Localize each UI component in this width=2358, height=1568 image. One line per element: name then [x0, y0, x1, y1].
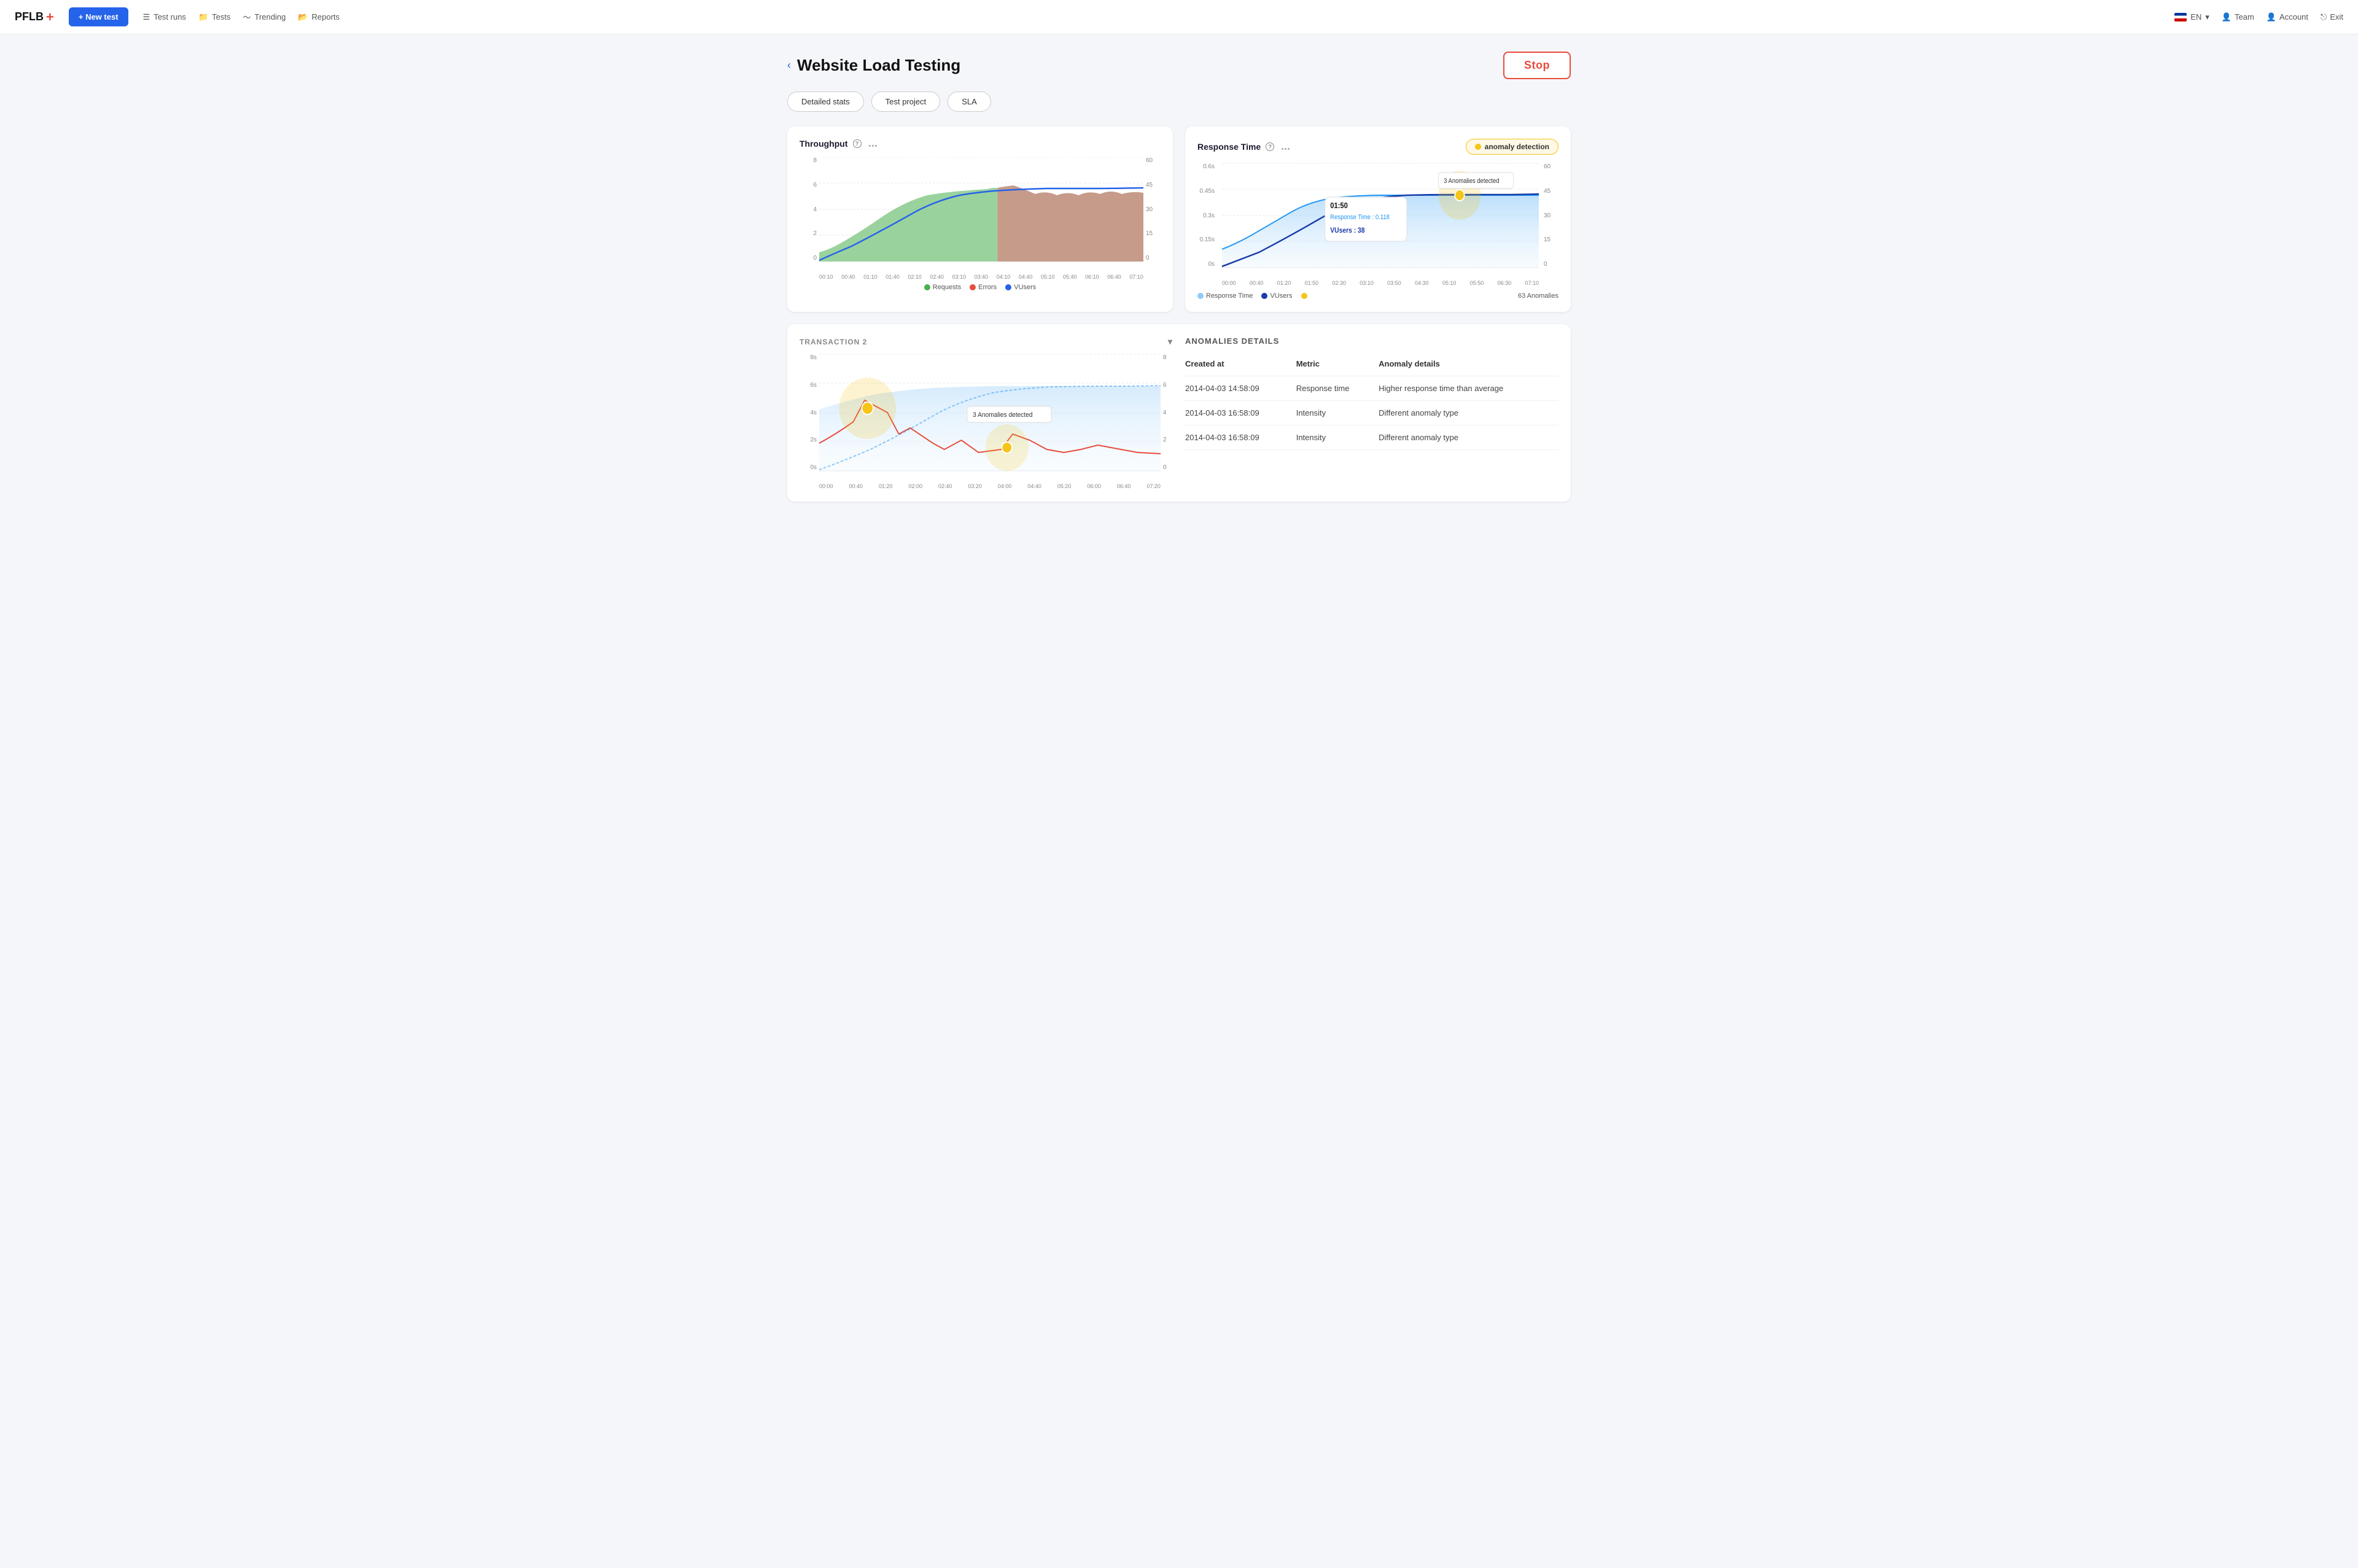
response-time-loading — [1279, 142, 1290, 152]
logo: PFLB+ — [15, 9, 54, 25]
response-time-info-icon[interactable]: ? — [1266, 142, 1274, 151]
table-row: 2014-04-03 14:58:09 Response time Higher… — [1185, 376, 1558, 401]
lang-selector[interactable]: EN ▾ — [2174, 12, 2209, 22]
transaction-label: TRANSACTION 2 — [800, 338, 867, 346]
cell-created-at: 2014-04-03 14:58:09 — [1185, 376, 1296, 401]
cell-anomaly-details: Different anomaly type — [1379, 425, 1558, 450]
anomaly-detection-badge[interactable]: anomaly detection — [1466, 139, 1558, 155]
transaction-x-labels: 00:0000:4001:2002:0002:4003:2004:0004:40… — [819, 483, 1161, 489]
response-time-title: Response Time ? anomaly detection — [1197, 139, 1558, 155]
svg-text:Response Time : 0.118: Response Time : 0.118 — [1330, 214, 1390, 221]
throughput-y-labels: 86420 — [800, 157, 817, 262]
throughput-y2-labels: 604530150 — [1146, 157, 1161, 262]
logo-plus: + — [46, 9, 54, 25]
tab-sla[interactable]: SLA — [947, 91, 991, 112]
logo-text: PFLB — [15, 10, 44, 23]
back-button[interactable]: ‹ — [787, 59, 791, 72]
response-time-card: Response Time ? anomaly detection 0.6s0.… — [1185, 126, 1571, 312]
throughput-title: Throughput ? — [800, 139, 1161, 149]
main-nav: ☰ Test runs 📁 Tests 〜 Trending 📂 Reports — [143, 11, 340, 23]
stop-button[interactable]: Stop — [1503, 52, 1571, 79]
throughput-chart: 86420 604530150 — [800, 157, 1161, 280]
exit-icon: ⎋ — [2321, 12, 2327, 22]
transaction-chart-area: 3 Anomalies detected — [819, 354, 1161, 471]
anomaly-dot-icon — [1475, 144, 1481, 150]
team-link[interactable]: 👤 Team — [2222, 12, 2254, 22]
transaction-chart: 8s6s4s2s0s 86420 — [800, 354, 1173, 489]
trending-icon: 〜 — [243, 11, 251, 23]
cell-anomaly-details: Higher response time than average — [1379, 376, 1558, 401]
svg-text:VUsers : 38: VUsers : 38 — [1330, 227, 1364, 235]
transaction-y2-labels: 86420 — [1163, 354, 1173, 471]
col-anomaly-details: Anomaly details — [1379, 355, 1558, 376]
response-time-y-labels: 0.6s0.45s0.3s0.15s0s — [1197, 163, 1215, 268]
page-tabs: Detailed stats Test project SLA — [787, 91, 1571, 112]
folder-icon: 📁 — [198, 12, 208, 22]
transaction-header: TRANSACTION 2 ▾ — [800, 336, 1173, 347]
nav-tests[interactable]: 📁 Tests — [198, 12, 231, 22]
throughput-x-labels: 00:1000:4001:1001:4002:1002:4003:1003:40… — [819, 274, 1143, 280]
chevron-down-icon: ▾ — [2205, 12, 2209, 22]
account-icon: 👤 — [2267, 12, 2276, 22]
charts-row: Throughput ? 86420 604530150 — [787, 126, 1571, 312]
tab-test-project[interactable]: Test project — [871, 91, 940, 112]
anomalies-table: Created at Metric Anomaly details 2014-0… — [1185, 355, 1558, 450]
throughput-chart-area — [819, 157, 1143, 262]
throughput-info-icon[interactable]: ? — [853, 139, 862, 148]
flag-icon — [2174, 13, 2187, 21]
transaction-section: TRANSACTION 2 ▾ 8s6s4s2s0s 86420 — [800, 336, 1173, 489]
cell-created-at: 2014-04-03 16:58:09 — [1185, 401, 1296, 425]
anomalies-section: ANOMALIES DETAILS Created at Metric Anom… — [1185, 336, 1558, 489]
new-test-button[interactable]: + New test — [69, 7, 128, 26]
account-link[interactable]: 👤 Account — [2267, 12, 2308, 22]
cell-created-at: 2014-04-03 16:58:09 — [1185, 425, 1296, 450]
col-metric: Metric — [1296, 355, 1379, 376]
transaction-dropdown[interactable]: ▾ — [1168, 336, 1173, 347]
response-time-chart-area: 01:50 Response Time : 0.118 VUsers : 38 … — [1222, 163, 1539, 268]
list-icon: ☰ — [143, 12, 150, 22]
reports-icon: 📂 — [298, 12, 308, 22]
throughput-legend: Requests Errors VUsers — [800, 284, 1161, 291]
svg-text:3 Anomalies detected: 3 Anomalies detected — [973, 411, 1032, 419]
team-icon: 👤 — [2222, 12, 2232, 22]
cell-anomaly-details: Different anomaly type — [1379, 401, 1558, 425]
app-header: PFLB+ + New test ☰ Test runs 📁 Tests 〜 T… — [0, 0, 2358, 34]
cell-metric: Intensity — [1296, 425, 1379, 450]
page-title-row: ‹ Website Load Testing — [787, 56, 960, 75]
col-created-at: Created at — [1185, 355, 1296, 376]
page-header: ‹ Website Load Testing Stop — [787, 52, 1571, 79]
nav-test-runs[interactable]: ☰ Test runs — [143, 12, 186, 22]
exit-link[interactable]: ⎋ Exit — [2321, 12, 2343, 22]
header-left: PFLB+ + New test ☰ Test runs 📁 Tests 〜 T… — [15, 7, 340, 26]
transaction-y-labels: 8s6s4s2s0s — [800, 354, 817, 471]
throughput-loading — [866, 139, 877, 149]
svg-text:01:50: 01:50 — [1330, 201, 1348, 210]
response-time-x-labels: 00:0000:4001:2001:5002:3003:1003:5004:30… — [1222, 280, 1539, 286]
anomalies-title: ANOMALIES DETAILS — [1185, 336, 1558, 346]
page-content: ‹ Website Load Testing Stop Detailed sta… — [768, 34, 1590, 519]
cell-metric: Intensity — [1296, 401, 1379, 425]
tab-detailed-stats[interactable]: Detailed stats — [787, 91, 864, 112]
throughput-card: Throughput ? 86420 604530150 — [787, 126, 1173, 312]
response-time-legend: Response Time VUsers — [1197, 292, 1310, 300]
anomalies-count: 63 Anomalies — [1518, 292, 1558, 300]
page-title: Website Load Testing — [797, 56, 960, 75]
response-time-chart: 0.6s0.45s0.3s0.15s0s 604530150 — [1197, 163, 1558, 286]
svg-text:3 Anomalies detected: 3 Anomalies detected — [1444, 177, 1500, 185]
nav-trending[interactable]: 〜 Trending — [243, 11, 286, 23]
header-right: EN ▾ 👤 Team 👤 Account ⎋ Exit — [2174, 12, 2343, 22]
response-time-y2-labels: 604530150 — [1544, 163, 1558, 268]
nav-reports[interactable]: 📂 Reports — [298, 12, 340, 22]
bottom-card: TRANSACTION 2 ▾ 8s6s4s2s0s 86420 — [787, 324, 1571, 502]
cell-metric: Response time — [1296, 376, 1379, 401]
table-row: 2014-04-03 16:58:09 Intensity Different … — [1185, 425, 1558, 450]
lang-label: EN — [2190, 12, 2201, 21]
table-row: 2014-04-03 16:58:09 Intensity Different … — [1185, 401, 1558, 425]
